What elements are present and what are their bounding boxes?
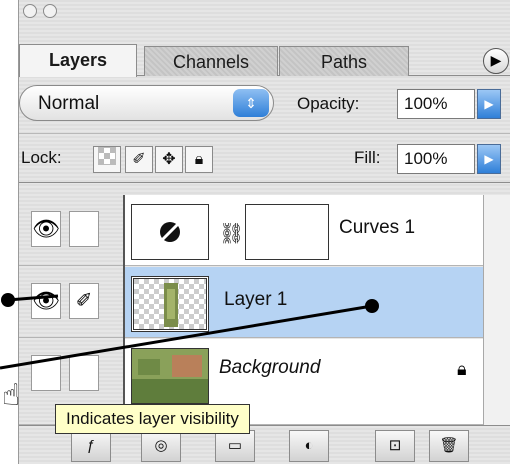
- visibility-tooltip: Indicates layer visibility: [55, 404, 250, 434]
- layer-name: Background: [219, 357, 321, 378]
- minimize-window-button[interactable]: [23, 4, 37, 18]
- blend-mode-value: Normal: [38, 93, 100, 114]
- fill-slider-button[interactable]: ▶: [477, 144, 501, 174]
- blend-mode-select[interactable]: Normal ⇕: [19, 85, 274, 121]
- new-layer-icon[interactable]: ⊡: [375, 430, 415, 462]
- new-group-icon[interactable]: ▭: [215, 430, 255, 462]
- tab-layers[interactable]: Layers: [19, 44, 137, 77]
- background-thumbnail[interactable]: [131, 348, 209, 404]
- layer-name: Layer 1: [224, 289, 288, 310]
- padlock-icon: 🔒︎: [457, 359, 467, 379]
- chain-link-icon: ⛓︎: [219, 223, 245, 245]
- lock-image-pixels-brush-icon[interactable]: ✐: [125, 146, 153, 173]
- chevron-updown-icon: ⇕: [233, 89, 269, 117]
- layers-scrollbar[interactable]: [483, 195, 510, 425]
- link-toggle-cell[interactable]: [69, 211, 99, 247]
- layer-thumbnail[interactable]: [131, 276, 209, 332]
- layer-name: Curves 1: [339, 217, 416, 238]
- column-divider: [123, 195, 125, 425]
- lock-label: Lock:: [21, 148, 62, 167]
- tab-channels[interactable]: Channels: [144, 46, 278, 76]
- add-layer-mask-icon[interactable]: ◎: [141, 430, 181, 462]
- fill-label: Fill:: [354, 148, 381, 167]
- layer-row-curves-1[interactable]: 👁︎ ⛓︎ Curves 1: [19, 195, 484, 266]
- tab-paths[interactable]: Paths: [279, 46, 409, 76]
- layer-row-layer-1[interactable]: 👁︎ ✐ Layer 1: [19, 267, 484, 338]
- zoom-window-button[interactable]: [43, 4, 57, 18]
- opacity-slider-button[interactable]: ▶: [477, 89, 501, 119]
- new-adjustment-layer-icon[interactable]: ◐: [289, 430, 329, 462]
- palette-tabs: Layers Channels Paths ▶: [19, 40, 510, 77]
- layers-palette: Layers Channels Paths ▶ Normal ⇕ Opacity…: [18, 0, 510, 464]
- visibility-eye-icon[interactable]: 👁︎: [31, 211, 61, 247]
- lock-all-padlock-icon[interactable]: 🔒︎: [185, 146, 213, 173]
- lock-row: Lock: ✐ ✥ 🔒︎ Fill: 100% ▶: [19, 133, 510, 183]
- link-toggle-cell[interactable]: [69, 355, 99, 391]
- opacity-label: Opacity:: [297, 94, 360, 113]
- layer-mask-thumbnail[interactable]: [245, 204, 329, 260]
- adjustment-thumbnail[interactable]: [131, 204, 209, 260]
- trash-icon[interactable]: 🗑︎: [429, 430, 469, 462]
- visibility-toggle-cell[interactable]: [31, 355, 61, 391]
- hand-pointer-cursor-icon: ☝︎: [2, 379, 21, 412]
- visibility-eye-icon[interactable]: 👁︎: [31, 283, 61, 319]
- lock-position-move-icon[interactable]: ✥: [155, 146, 183, 173]
- fill-field[interactable]: 100%: [397, 144, 475, 174]
- brush-icon[interactable]: ✐: [69, 283, 99, 319]
- layers-list: 👁︎ ⛓︎ Curves 1 👁︎ ✐ Layer 1 Background 🔒…: [19, 195, 484, 425]
- lock-transparent-pixels-icon[interactable]: [93, 146, 121, 173]
- palette-menu-button[interactable]: ▶: [483, 48, 509, 74]
- opacity-field[interactable]: 100%: [397, 89, 475, 119]
- add-layer-style-icon[interactable]: ƒ: [71, 430, 111, 462]
